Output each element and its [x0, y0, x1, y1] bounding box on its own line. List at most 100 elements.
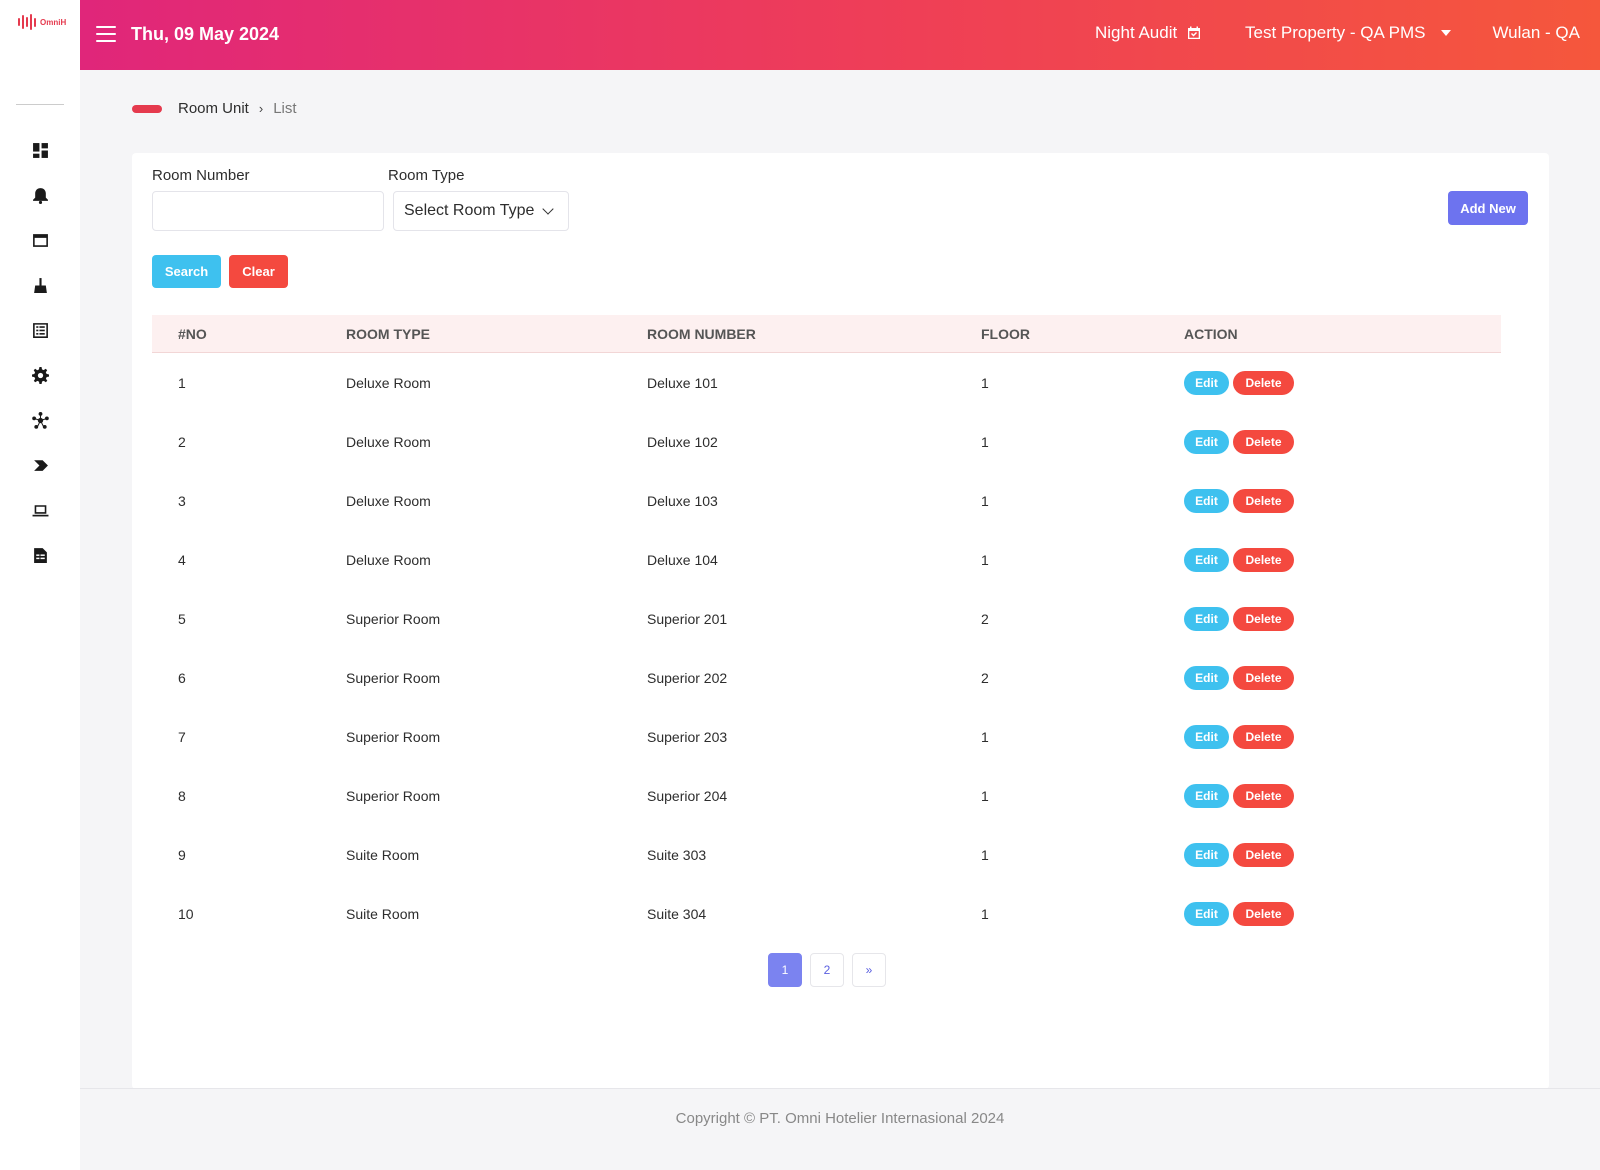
- sidebar-item-settings[interactable]: [0, 353, 80, 398]
- cell-no: 3: [178, 492, 186, 509]
- edit-button[interactable]: Edit: [1184, 488, 1229, 513]
- cell-room-type: Superior Room: [346, 610, 441, 627]
- sidebar-item-devices[interactable]: [0, 488, 80, 533]
- table-row: 3 Deluxe Room Deluxe 103 1 Edit Delete: [152, 471, 1501, 530]
- cell-room-number: Deluxe 103: [647, 492, 718, 509]
- report-icon: [33, 548, 47, 563]
- edit-button[interactable]: Edit: [1184, 842, 1229, 867]
- breadcrumb-separator: ›: [258, 101, 264, 116]
- cell-room-number: Superior 204: [647, 787, 728, 804]
- table-row: 1 Deluxe Room Deluxe 101 1 Edit Delete: [152, 353, 1501, 412]
- cell-room-type: Deluxe Room: [346, 551, 431, 568]
- search-button[interactable]: Search: [152, 255, 221, 288]
- table-row: 8 Superior Room Superior 204 1 Edit Delete: [152, 766, 1501, 825]
- room-type-select[interactable]: Select Room Type: [393, 191, 569, 231]
- night-audit-button[interactable]: Night Audit: [1095, 23, 1201, 43]
- cell-floor: 1: [981, 905, 989, 922]
- cell-room-number: Superior 203: [647, 728, 728, 745]
- cell-action: Edit Delete: [1184, 547, 1294, 572]
- edit-button[interactable]: Edit: [1184, 606, 1229, 631]
- delete-button[interactable]: Delete: [1233, 429, 1294, 454]
- delete-button[interactable]: Delete: [1233, 665, 1294, 690]
- next-page-button[interactable]: »: [852, 953, 886, 987]
- cell-floor: 1: [981, 551, 989, 568]
- delete-button[interactable]: Delete: [1233, 547, 1294, 572]
- cell-room-number: Deluxe 102: [647, 433, 718, 450]
- cell-floor: 2: [981, 669, 989, 686]
- cell-floor: 1: [981, 492, 989, 509]
- logo[interactable]: OmniH: [18, 14, 66, 30]
- edit-button[interactable]: Edit: [1184, 901, 1229, 926]
- cell-floor: 1: [981, 374, 989, 391]
- cell-room-type: Deluxe Room: [346, 433, 431, 450]
- delete-button[interactable]: Delete: [1233, 370, 1294, 395]
- sidebar-item-dashboard[interactable]: [0, 128, 80, 173]
- cell-no: 9: [178, 846, 186, 863]
- room-unit-table: #NO ROOM TYPE ROOM NUMBER FLOOR ACTION 1…: [152, 315, 1501, 943]
- cell-room-number: Deluxe 104: [647, 551, 718, 568]
- cell-no: 5: [178, 610, 186, 627]
- sidebar-item-reports[interactable]: [0, 533, 80, 578]
- header-room-type: ROOM TYPE: [346, 325, 431, 342]
- network-icon: [31, 412, 49, 429]
- delete-button[interactable]: Delete: [1233, 606, 1294, 631]
- broom-icon: [33, 278, 47, 293]
- dashboard-icon: [32, 143, 48, 158]
- cell-room-type: Suite Room: [346, 905, 420, 922]
- gear-icon: [31, 367, 49, 384]
- header-floor: FLOOR: [981, 325, 1030, 342]
- page-button-2[interactable]: 2: [810, 953, 844, 987]
- cell-room-type: Superior Room: [346, 728, 441, 745]
- room-number-input[interactable]: [152, 191, 384, 231]
- cell-action: Edit Delete: [1184, 429, 1294, 454]
- cell-room-number: Suite 304: [647, 905, 707, 922]
- edit-button[interactable]: Edit: [1184, 665, 1229, 690]
- sidebar-item-housekeeping[interactable]: [0, 263, 80, 308]
- sidebar-item-list[interactable]: [0, 308, 80, 353]
- user-menu[interactable]: Wulan - QA: [1492, 23, 1580, 43]
- laptop-icon: [32, 505, 48, 517]
- cell-room-number: Deluxe 101: [647, 374, 718, 391]
- table-row: 4 Deluxe Room Deluxe 104 1 Edit Delete: [152, 530, 1501, 589]
- table-row: 6 Superior Room Superior 202 2 Edit Delete: [152, 648, 1501, 707]
- breadcrumb-parent[interactable]: Room Unit: [178, 100, 249, 117]
- add-new-button[interactable]: Add New: [1448, 191, 1528, 225]
- delete-button[interactable]: Delete: [1233, 783, 1294, 808]
- menu-toggle-icon[interactable]: [96, 26, 116, 42]
- cell-no: 1: [178, 374, 186, 391]
- table-row: 2 Deluxe Room Deluxe 102 1 Edit Delete: [152, 412, 1501, 471]
- edit-button[interactable]: Edit: [1184, 783, 1229, 808]
- calendar-check-icon: [1188, 26, 1201, 39]
- delete-button[interactable]: Delete: [1233, 724, 1294, 749]
- sidebar-item-tags[interactable]: [0, 443, 80, 488]
- cell-action: Edit Delete: [1184, 665, 1294, 690]
- page-button-1[interactable]: 1: [768, 953, 802, 987]
- sidebar-item-network[interactable]: [0, 398, 80, 443]
- cell-action: Edit Delete: [1184, 901, 1294, 926]
- delete-button[interactable]: Delete: [1233, 842, 1294, 867]
- sidebar-item-window[interactable]: [0, 218, 80, 263]
- edit-button[interactable]: Edit: [1184, 429, 1229, 454]
- logo-text: OmniH: [40, 17, 67, 27]
- cell-action: Edit Delete: [1184, 783, 1294, 808]
- cell-floor: 1: [981, 728, 989, 745]
- cell-no: 2: [178, 433, 186, 450]
- sidebar-divider: [16, 104, 64, 105]
- cell-room-type: Suite Room: [346, 846, 420, 863]
- breadcrumb-current: List: [273, 100, 297, 117]
- delete-button[interactable]: Delete: [1233, 488, 1294, 513]
- caret-down-icon: [1441, 30, 1452, 36]
- cell-room-number: Superior 201: [647, 610, 728, 627]
- window-icon: [32, 234, 48, 247]
- edit-button[interactable]: Edit: [1184, 370, 1229, 395]
- delete-button[interactable]: Delete: [1233, 901, 1294, 926]
- property-selector[interactable]: Test Property - QA PMS: [1245, 23, 1452, 43]
- tag-icon: [33, 460, 48, 471]
- edit-button[interactable]: Edit: [1184, 547, 1229, 572]
- sidebar-item-notifications[interactable]: [0, 173, 80, 218]
- table-row: 5 Superior Room Superior 201 2 Edit Delete: [152, 589, 1501, 648]
- cell-room-type: Superior Room: [346, 787, 441, 804]
- room-number-label: Room Number: [152, 167, 250, 184]
- clear-button[interactable]: Clear: [229, 255, 288, 288]
- edit-button[interactable]: Edit: [1184, 724, 1229, 749]
